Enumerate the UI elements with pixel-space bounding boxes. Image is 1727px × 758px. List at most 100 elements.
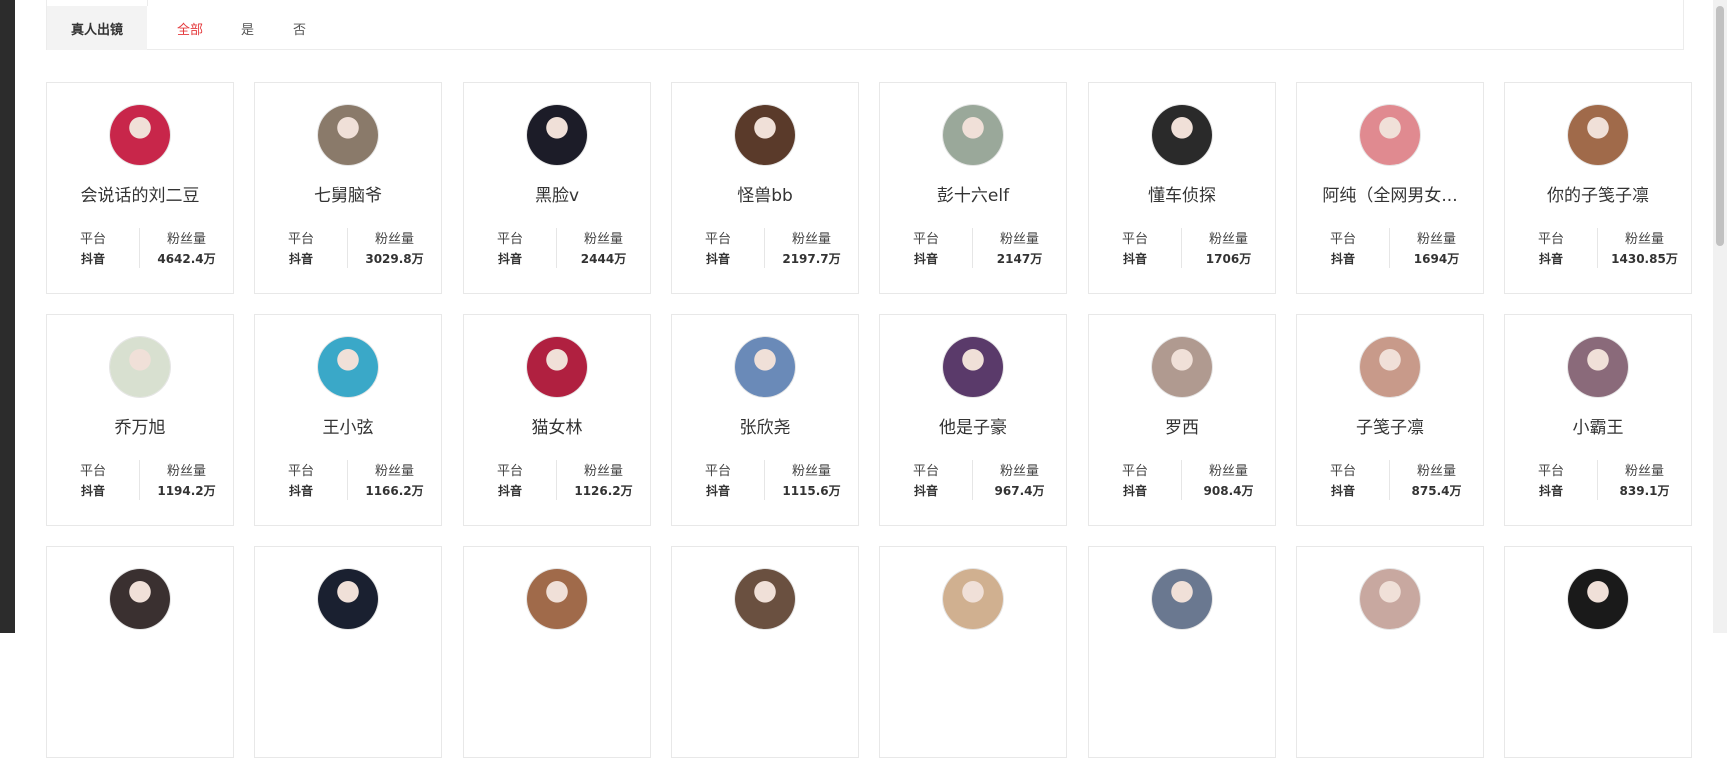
influencer-card[interactable] [463,546,651,758]
influencer-card[interactable] [1088,546,1276,758]
influencer-name[interactable]: 小霸王 [1515,413,1681,438]
platform-value: 抖音 [80,484,105,498]
avatar[interactable] [110,337,170,397]
influencer-name[interactable]: 猫女林 [474,413,640,438]
filter-option-all[interactable]: 全部 [177,6,203,50]
influencer-card[interactable] [671,546,859,758]
influencer-card[interactable]: 黑脸v 平台 粉丝量 抖音 2444万 [463,82,651,294]
influencer-card[interactable]: 子笺子凛平台 粉丝量 抖音 875.4万 [1296,314,1484,526]
influencer-name[interactable]: 怪兽bb [682,181,848,206]
avatar[interactable] [735,105,795,165]
influencer-card[interactable]: 你的子笺子凛 平台 粉丝量 抖音 1430.85万 [1504,82,1692,294]
influencer-card[interactable]: 小霸王 平台 粉丝量 抖音 839.1万 [1504,314,1692,526]
avatar[interactable] [1568,337,1628,397]
influencer-card[interactable]: 懂车侦探平台 粉丝量 抖音 1706万 [1088,82,1276,294]
platform-label: 平台 [704,232,731,247]
platform-label: 平台 [79,464,106,479]
influencer-card[interactable] [879,546,1067,758]
avatar[interactable] [1360,105,1420,165]
influencer-name[interactable]: 罗西 [1099,413,1265,438]
influencer-name[interactable]: 子笺子凛 [1307,413,1473,438]
influencer-name[interactable]: 阿纯（全网男女... [1307,181,1473,206]
influencer-name[interactable]: 会说话的刘二豆 [57,181,223,206]
influencer-card[interactable]: 罗西 平台 粉丝量 抖音 908.4万 [1088,314,1276,526]
avatar[interactable] [1360,337,1420,397]
influencer-card[interactable]: 怪兽bb 平台 粉丝量 抖音 2197.7万 [671,82,859,294]
avatar[interactable] [1568,569,1628,629]
influencer-card[interactable] [46,546,234,758]
fans-label: 粉丝量 [791,464,831,479]
influencer-name[interactable]: 彭十六elf [890,181,1056,206]
influencer-name[interactable]: 王小弦 [265,413,431,438]
avatar[interactable] [1360,569,1420,629]
fans-value: 908.4万 [1203,484,1254,498]
fans-value: 1126.2万 [574,484,633,498]
avatar[interactable] [943,569,1003,629]
scrollbar[interactable] [1713,0,1727,633]
scrollbar-thumb[interactable] [1716,6,1724,246]
fans-label: 粉丝量 [583,232,623,247]
platform-value: 抖音 [913,252,938,266]
influencer-card[interactable]: 张欣尧 平台 粉丝量 抖音 1115.6万 [671,314,859,526]
stats-panel: 平台 粉丝量 抖音 875.4万 [1297,460,1483,500]
stats-panel: 平台 粉丝量 抖音 2197.7万 [672,228,858,268]
influencer-name[interactable]: 你的子笺子凛 [1515,181,1681,206]
influencer-card[interactable]: 彭十六elf 平台 粉丝量 抖音 2147万 [879,82,1067,294]
stats-panel: 平台 粉丝量 抖音 3029.8万 [255,228,441,268]
influencer-name[interactable]: 懂车侦探 [1099,181,1265,206]
avatar[interactable] [318,105,378,165]
platform-value: 抖音 [1122,252,1147,266]
avatar[interactable] [318,337,378,397]
platform-value: 抖音 [497,484,522,498]
influencer-card[interactable] [254,546,442,758]
fans-value: 2444万 [580,252,627,266]
fans-value: 4642.4万 [157,252,216,266]
avatar[interactable] [527,105,587,165]
avatar[interactable] [1568,105,1628,165]
influencer-card[interactable]: 七舅脑爷平台 粉丝量 抖音 3029.8万 [254,82,442,294]
filter-label: 真人出镜 [47,6,147,50]
filter-option-yes[interactable]: 是 [241,6,254,50]
influencer-card[interactable]: 猫女林 平台 粉丝量 抖音 1126.2万 [463,314,651,526]
fans-label: 粉丝量 [1208,464,1248,479]
avatar[interactable] [110,105,170,165]
fans-value: 3029.8万 [365,252,424,266]
influencer-card[interactable] [1504,546,1692,758]
influencer-card[interactable]: 他是子豪平台 粉丝量 抖音 967.4万 [879,314,1067,526]
avatar[interactable] [943,337,1003,397]
influencer-name[interactable]: 七舅脑爷 [265,181,431,206]
avatar[interactable] [527,337,587,397]
influencer-card[interactable]: 阿纯（全网男女... 平台 粉丝量 抖音 1694万 [1296,82,1484,294]
influencer-card[interactable]: 王小弦平台 粉丝量 抖音 1166.2万 [254,314,442,526]
fans-label: 粉丝量 [1416,232,1456,247]
avatar[interactable] [735,569,795,629]
stats-panel: 平台 粉丝量 抖音 1706万 [1089,228,1275,268]
stats-panel: 平台 粉丝量 抖音 967.4万 [880,460,1066,500]
fans-value: 967.4万 [994,484,1045,498]
influencer-card[interactable]: 会说话的刘二豆 平台 粉丝量 抖音 4642.4万 [46,82,234,294]
platform-value: 抖音 [497,252,522,266]
fans-value: 839.1万 [1619,484,1670,498]
filter-bar: 真人出镜 全部 是 否 [46,6,1684,50]
stats-panel: 平台 粉丝量 抖音 1166.2万 [255,460,441,500]
influencer-card[interactable]: 乔万旭 平台 粉丝量 抖音 1194.2万 [46,314,234,526]
avatar[interactable] [943,105,1003,165]
avatar[interactable] [735,337,795,397]
avatar[interactable] [110,569,170,629]
fans-label: 粉丝量 [999,464,1039,479]
avatar[interactable] [527,569,587,629]
avatar[interactable] [1152,569,1212,629]
influencer-name[interactable]: 黑脸v [474,181,640,206]
avatar[interactable] [318,569,378,629]
influencer-name[interactable]: 他是子豪 [890,413,1056,438]
influencer-name[interactable]: 张欣尧 [682,413,848,438]
influencer-card[interactable] [1296,546,1484,758]
filter-option-no[interactable]: 否 [293,6,306,50]
platform-label: 平台 [287,232,314,247]
influencer-name[interactable]: 乔万旭 [57,413,223,438]
fans-label: 粉丝量 [166,232,206,247]
platform-value: 抖音 [80,252,105,266]
avatar[interactable] [1152,337,1212,397]
avatar[interactable] [1152,105,1212,165]
stats-panel: 平台 粉丝量 抖音 1126.2万 [464,460,650,500]
